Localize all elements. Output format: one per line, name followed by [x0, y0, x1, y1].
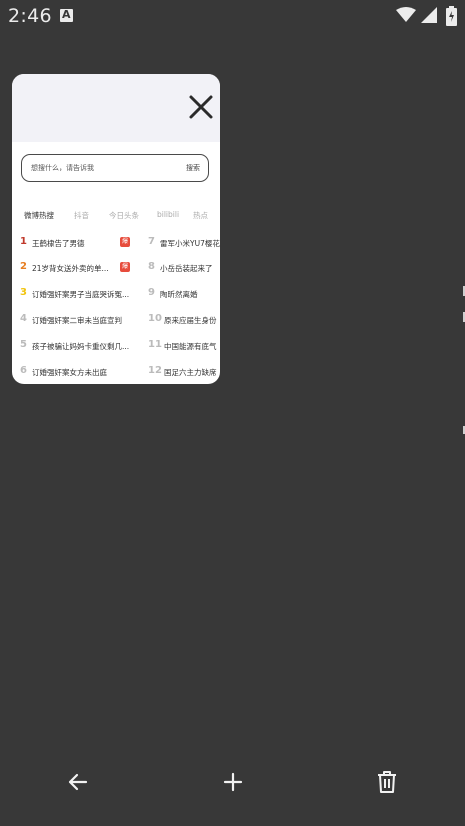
hot-badge: 爆: [120, 237, 130, 247]
rank-number: 6: [20, 365, 27, 376]
item-title: 王鹤棣告了男德: [32, 239, 85, 248]
item-title: 中国能源有底气: [164, 342, 217, 351]
hot-badge: 爆: [120, 262, 130, 272]
rank-number: 3: [20, 287, 27, 298]
rank-number: 8: [148, 261, 155, 272]
rank-number: 12: [148, 365, 162, 376]
item-title: 陶昕然离婚: [160, 290, 198, 299]
list-item[interactable]: 9 陶昕然离婚: [148, 287, 220, 307]
wifi-icon: [396, 7, 416, 22]
tab-weibo[interactable]: 微博热搜: [24, 210, 54, 221]
search-input[interactable]: 想搜什么，请告诉我 搜索: [21, 154, 209, 182]
plus-icon[interactable]: [219, 768, 247, 796]
tab-hot[interactable]: 热点: [193, 210, 208, 221]
rank-number: 7: [148, 236, 155, 247]
item-title: 订婚强奸案男子当庭哭诉冤...: [32, 290, 130, 299]
arrow-left-icon[interactable]: [64, 768, 92, 796]
list-item[interactable]: 10 原来应届生身份: [148, 313, 220, 333]
hot-tabs: 微博热搜 抖音 今日头条 bilibili 热点: [12, 210, 220, 224]
close-icon[interactable]: [188, 94, 214, 120]
list-item[interactable]: 11 中国能源有底气: [148, 339, 220, 359]
rank-number: 2: [20, 261, 27, 272]
item-title: 国足六主力缺席: [164, 368, 217, 377]
list-item[interactable]: 1 王鹤棣告了男德 爆: [20, 236, 140, 256]
list-item[interactable]: 12 国足六主力缺席: [148, 365, 220, 384]
list-item[interactable]: 6 订婚强奸案女方未出庭: [20, 365, 140, 384]
list-item[interactable]: 5 孩子被骗让妈妈卡重仪剩几...: [20, 339, 140, 359]
tab-douyin[interactable]: 抖音: [74, 210, 89, 221]
rank-number: 1: [20, 236, 27, 247]
trash-icon[interactable]: [373, 768, 401, 796]
item-title: 小岳岳装起来了: [160, 264, 213, 273]
list-item[interactable]: 3 订婚强奸案男子当庭哭诉冤...: [20, 287, 140, 307]
rank-number: 11: [148, 339, 162, 350]
tab-toutiao[interactable]: 今日头条: [109, 210, 139, 221]
tab-preview-card[interactable]: 想搜什么，请告诉我 搜索 微博热搜 抖音 今日头条 bilibili 热点 1 …: [12, 74, 220, 384]
rank-number: 4: [20, 313, 27, 324]
list-item[interactable]: 8 小岳岳装起来了: [148, 261, 220, 281]
search-placeholder: 想搜什么，请告诉我: [31, 164, 94, 172]
item-title: 订婚强奸案女方未出庭: [32, 368, 107, 377]
item-title: 订婚强奸案二审未当庭宣判: [32, 316, 122, 325]
bottom-bar: [0, 760, 465, 806]
tab-bilibili[interactable]: bilibili: [157, 210, 179, 219]
list-item[interactable]: 4 订婚强奸案二审未当庭宣判: [20, 313, 140, 333]
status-bar: 2:46: [0, 0, 465, 32]
item-title: 原来应届生身份: [164, 316, 217, 325]
list-item[interactable]: 2 21岁背女送外卖的单... 爆: [20, 261, 140, 281]
rank-number: 10: [148, 313, 162, 324]
rank-number: 5: [20, 339, 27, 350]
signal-icon: [421, 7, 437, 23]
status-time: 2:46: [8, 5, 52, 27]
search-button[interactable]: 搜索: [186, 163, 200, 173]
item-title: 雷军小米YU7樱花: [160, 239, 220, 248]
battery-icon: [446, 6, 457, 26]
rank-number: 9: [148, 287, 155, 298]
item-title: 孩子被骗让妈妈卡重仪剩几...: [32, 342, 130, 351]
item-title: 21岁背女送外卖的单...: [32, 264, 109, 273]
list-item[interactable]: 7 雷军小米YU7樱花: [148, 236, 220, 256]
a-badge-icon: [60, 8, 73, 22]
